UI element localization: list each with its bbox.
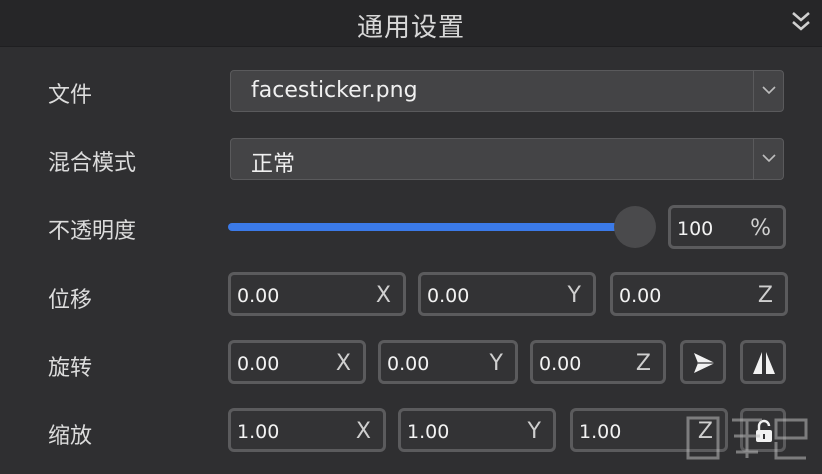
position-y-value: 0.00 <box>427 285 470 307</box>
flip-horizontal-icon <box>753 352 775 374</box>
axis-y-label: Y <box>489 351 503 376</box>
rotation-y-field[interactable]: 0.00 Y <box>378 340 518 384</box>
axis-y-label: Y <box>567 283 581 308</box>
paper-plane-icon <box>694 353 715 373</box>
file-select-value: facesticker.png <box>251 78 418 103</box>
axis-x-label: X <box>375 283 391 308</box>
flip-horizontal-button[interactable] <box>740 340 786 384</box>
file-select[interactable]: facesticker.png <box>230 70 784 112</box>
axis-z-label: Z <box>757 283 773 308</box>
rotation-label: 旋转 <box>48 356 93 381</box>
scale-z-value: 1.00 <box>579 421 622 443</box>
position-x-value: 0.00 <box>237 285 280 307</box>
chevron-down-icon[interactable] <box>753 139 783 179</box>
rotation-y-value: 0.00 <box>387 353 430 375</box>
panel-header: 通用设置 <box>0 0 822 47</box>
paper-plane-button[interactable] <box>680 340 726 384</box>
opacity-input[interactable]: 100 % <box>668 205 786 249</box>
chevron-down-icon[interactable] <box>753 71 783 111</box>
scale-x-field[interactable]: 1.00 X <box>228 408 386 452</box>
position-z-value: 0.00 <box>619 285 662 307</box>
opacity-slider-handle[interactable] <box>614 206 656 248</box>
scale-y-field[interactable]: 1.00 Y <box>398 408 556 452</box>
blend-mode-label: 混合模式 <box>48 151 137 176</box>
position-z-field[interactable]: 0.00 Z <box>610 272 788 316</box>
blend-mode-value: 正常 <box>251 152 296 177</box>
blend-mode-select[interactable]: 正常 <box>230 138 784 180</box>
position-x-field[interactable]: 0.00 X <box>228 272 406 316</box>
watermark-logo <box>684 412 814 470</box>
double-chevron-down-icon[interactable] <box>790 9 812 35</box>
opacity-value: 100 <box>677 218 714 240</box>
scale-label: 缩放 <box>48 424 93 449</box>
axis-x-label: X <box>355 419 371 444</box>
rotation-z-field[interactable]: 0.00 Z <box>530 340 666 384</box>
axis-z-label: Z <box>635 351 651 376</box>
panel-title: 通用设置 <box>356 13 465 43</box>
position-y-field[interactable]: 0.00 Y <box>418 272 596 316</box>
rotation-x-value: 0.00 <box>237 353 280 375</box>
axis-y-label: Y <box>527 419 541 444</box>
rotation-x-field[interactable]: 0.00 X <box>228 340 366 384</box>
axis-x-label: X <box>335 351 351 376</box>
position-label: 位移 <box>48 288 93 313</box>
rotation-z-value: 0.00 <box>539 353 582 375</box>
scale-y-value: 1.00 <box>407 421 450 443</box>
scale-x-value: 1.00 <box>237 421 280 443</box>
opacity-label: 不透明度 <box>48 219 137 244</box>
opacity-unit: % <box>750 216 771 241</box>
opacity-slider[interactable] <box>228 223 628 231</box>
file-label: 文件 <box>48 83 93 108</box>
